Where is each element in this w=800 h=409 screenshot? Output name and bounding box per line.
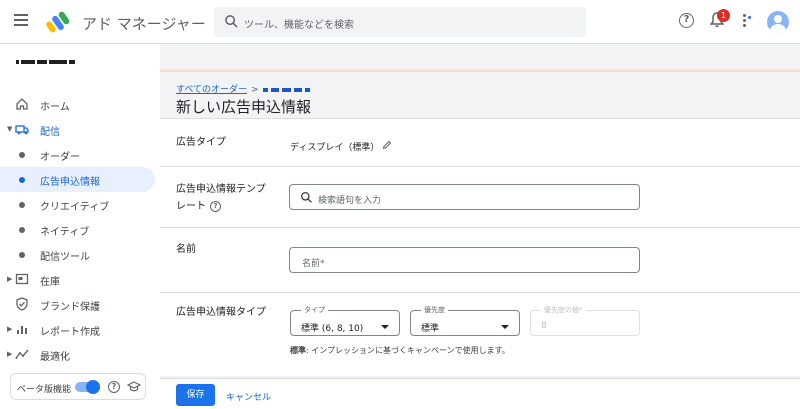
helper-bold: 標準: [290, 346, 306, 355]
bullet-icon: [19, 227, 25, 233]
sidebar-item-home[interactable]: ホーム: [0, 92, 155, 117]
row-divider: [160, 292, 800, 293]
helper-text: : インプレッションに基づくキャンペーンで使用します。: [306, 346, 510, 355]
ad-type-value: ディスプレイ（標準）: [290, 143, 380, 153]
priority-value-number: 8: [541, 321, 547, 331]
sidebar-item-inventory[interactable]: ▶ 在庫: [0, 267, 155, 292]
beta-features-panel: ベータ版機能 ?: [10, 373, 146, 400]
cancel-button[interactable]: キャンセル: [226, 390, 271, 403]
priority-select[interactable]: 優先度 標準: [410, 305, 520, 336]
shield-icon: [16, 297, 28, 311]
template-label: 広告申込情報テンプレート?: [176, 181, 266, 215]
dropdown-arrow-icon: [381, 325, 389, 329]
beta-features-label: ベータ版機能: [17, 385, 72, 395]
search-icon: [300, 191, 312, 203]
trending-icon: [15, 349, 29, 359]
breadcrumb-separator: >: [251, 85, 259, 95]
line-item-type-helper: 標準: インプレッションに基づくキャンペーンで使用します。: [290, 345, 510, 356]
sidebar-item-optimization[interactable]: ▶ 最適化: [0, 342, 155, 367]
home-icon: [16, 98, 28, 110]
bullet-icon: [19, 252, 25, 258]
name-label: 名前: [176, 244, 196, 255]
help-icon[interactable]: ?: [679, 13, 694, 28]
dropdown-arrow-icon: [501, 325, 509, 329]
pencil-icon[interactable]: [382, 140, 392, 150]
bullet-icon: [19, 152, 25, 158]
top-bar: アド マネージャー ツール、機能などを検索 ? 1: [0, 0, 800, 44]
school-icon[interactable]: [127, 380, 141, 394]
help-icon[interactable]: ?: [210, 200, 221, 212]
bullet-icon: [19, 177, 25, 183]
name-input[interactable]: 名前*: [289, 247, 640, 273]
sidebar-item-reporting[interactable]: ▶ レポート作成: [0, 317, 155, 342]
type-value: 標準 (6, 8, 10): [301, 324, 364, 334]
redacted-order-name: [270, 87, 279, 92]
bullet-icon: [19, 202, 25, 208]
search-placeholder: ツール、機能などを検索: [244, 20, 354, 31]
bar-chart-icon: [17, 326, 27, 334]
redacted-order-name: [293, 87, 302, 92]
row-divider: [160, 166, 800, 167]
redacted-order-name: [262, 87, 268, 92]
type-legend: タイプ: [301, 305, 328, 315]
line-item-type-label: 広告申込情報タイプ: [176, 307, 266, 318]
search-icon: [225, 15, 238, 28]
menu-icon[interactable]: [14, 14, 28, 26]
sidebar-item-creatives[interactable]: クリエイティブ: [0, 192, 155, 217]
avatar[interactable]: [767, 11, 789, 33]
caret-down-icon: ▼: [7, 125, 13, 133]
sidebar: ホーム ▼ 配信 オーダー 広告申込情報 クリエイティブ ネイティブ 配信ツール…: [0, 44, 160, 409]
row-divider: [160, 227, 800, 228]
sidebar-item-delivery[interactable]: ▼ 配信: [0, 117, 155, 142]
search-box[interactable]: ツール、機能などを検索: [214, 7, 586, 37]
save-button[interactable]: 保存: [176, 384, 215, 406]
caret-right-icon: ▶: [7, 275, 13, 283]
priority-legend: 優先度: [421, 305, 448, 315]
more-vert-icon[interactable]: [743, 14, 751, 28]
ad-type-label: 広告タイプ: [176, 137, 226, 148]
breadcrumb: すべてのオーダー >: [176, 82, 313, 95]
priority-value-legend: 優先度の値*: [541, 305, 586, 315]
inventory-icon: [15, 273, 29, 285]
notification-badge: 1: [717, 9, 730, 22]
priority-value: 標準: [421, 324, 440, 334]
beta-features-toggle[interactable]: [75, 380, 100, 394]
template-search-input[interactable]: 検索語句を入力: [289, 184, 640, 210]
page-title: 新しい広告申込情報: [176, 98, 312, 116]
action-bar: 保存 キャンセル: [160, 378, 800, 409]
sidebar-item-line-items[interactable]: 広告申込情報: [0, 167, 155, 192]
redacted-order-name: [281, 87, 291, 92]
sidebar-item-native[interactable]: ネイティブ: [0, 217, 155, 242]
breadcrumb-all-orders-link[interactable]: すべてのオーダー: [176, 85, 247, 95]
help-icon[interactable]: ?: [108, 381, 120, 393]
caret-right-icon: ▶: [7, 325, 13, 333]
name-placeholder: 名前*: [302, 259, 325, 269]
type-select[interactable]: タイプ 標準 (6, 8, 10): [290, 305, 400, 336]
caret-right-icon: ▶: [7, 350, 13, 358]
sidebar-item-delivery-tools[interactable]: 配信ツール: [0, 242, 155, 267]
ad-manager-logo: [46, 9, 72, 35]
redacted-order-name: [304, 87, 310, 92]
sidebar-item-orders[interactable]: オーダー: [0, 142, 155, 167]
app-title: アド マネージャー: [82, 15, 206, 33]
priority-value-input: 優先度の値* 8: [530, 305, 640, 336]
template-search-placeholder: 検索語句を入力: [318, 196, 382, 206]
truck-icon: [15, 125, 29, 135]
sidebar-item-brand-safety[interactable]: ブランド保護: [0, 292, 155, 317]
account-name-redacted: [16, 54, 77, 70]
